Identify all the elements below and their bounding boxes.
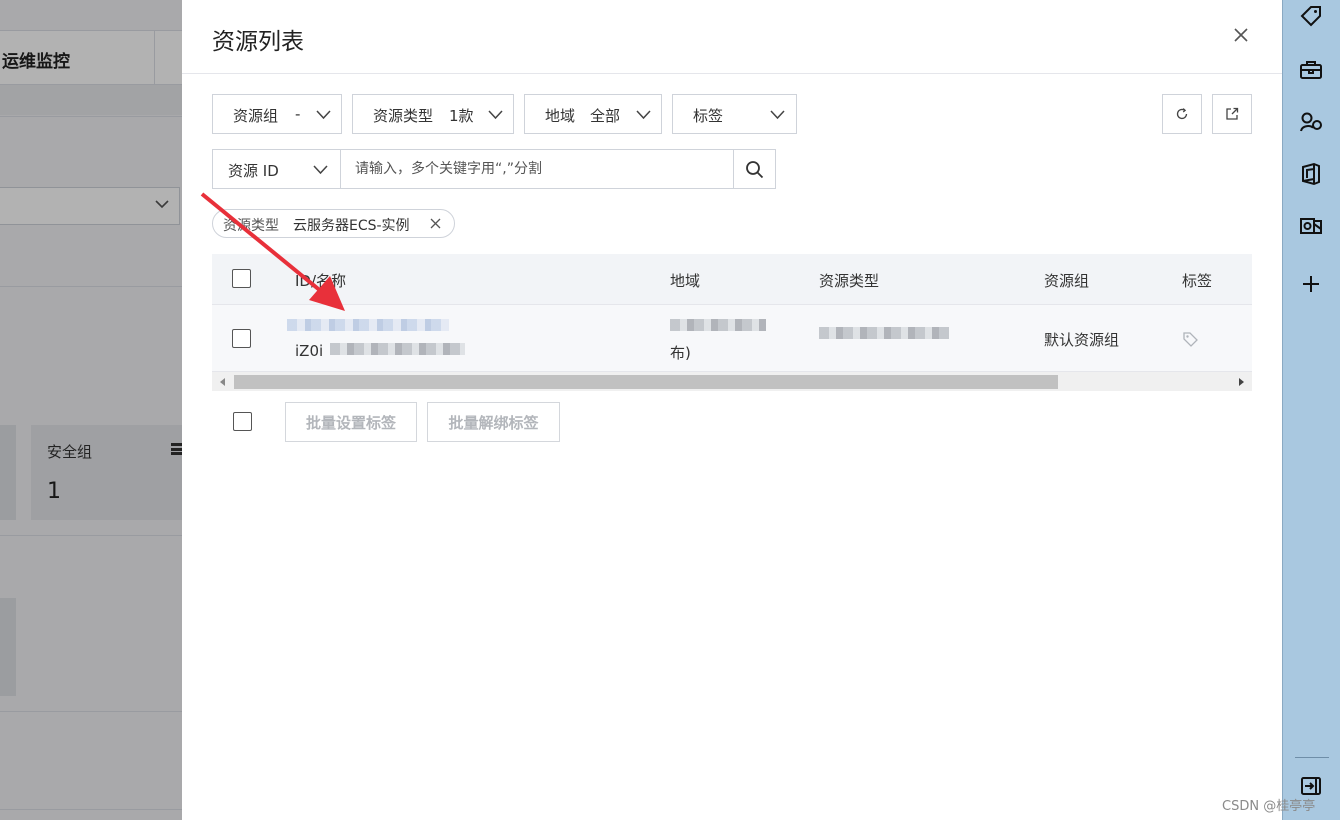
watermark: CSDN @桂亭亭 <box>1222 799 1316 814</box>
refresh-icon <box>1176 108 1188 120</box>
external-link-icon <box>1226 107 1239 120</box>
filter-value: - <box>295 105 301 123</box>
filter-label: 资源类型 <box>373 107 434 125</box>
row-checkbox[interactable] <box>232 329 251 348</box>
resource-group-value: 默认资源组 <box>1044 331 1120 349</box>
instance-name: iZ0i <box>295 342 324 360</box>
chip-value: 云服务器ECS-实例 <box>293 218 410 234</box>
refresh-button[interactable] <box>1162 94 1202 134</box>
active-filter-chip: 资源类型 云服务器ECS-实例 <box>212 209 455 238</box>
toolbox-icon[interactable] <box>1299 58 1323 82</box>
column-resource-type[interactable]: 资源类型 <box>819 270 879 291</box>
filter-label: 资源组 <box>233 107 279 125</box>
column-id-name[interactable]: ID/名称 <box>295 270 346 291</box>
close-icon[interactable] <box>430 218 441 229</box>
header-divider <box>182 73 1282 74</box>
chevron-down-icon <box>636 110 651 120</box>
office-icon[interactable] <box>1299 162 1323 186</box>
filter-value: 1款 <box>449 107 474 125</box>
batch-unbind-tags-button[interactable]: 批量解绑标签 <box>427 402 560 442</box>
search-icon <box>746 161 764 179</box>
sidebar-divider <box>1295 757 1329 758</box>
filter-label: 地域 <box>545 107 576 125</box>
scroll-left-icon[interactable] <box>220 378 225 386</box>
export-button[interactable] <box>1212 94 1252 134</box>
table-row: iZ0i 布) 默认资源组 <box>212 304 1252 371</box>
modal-overlay[interactable] <box>0 0 182 820</box>
add-icon[interactable] <box>1299 272 1323 296</box>
right-sidebar <box>1282 0 1340 820</box>
resource-type-filter[interactable]: 资源类型 1款 <box>352 94 514 134</box>
tag-icon[interactable] <box>1299 4 1323 28</box>
search-button[interactable] <box>733 149 776 189</box>
chevron-down-icon <box>313 165 328 175</box>
resource-list-drawer: 资源列表 资源组 - 资源类型 1款 地域 全部 标签 资源 ID 资源类型 云… <box>182 0 1282 820</box>
search-input[interactable] <box>340 149 734 189</box>
filter-label: 标签 <box>693 107 724 125</box>
redacted-region <box>670 319 766 331</box>
tag-filter[interactable]: 标签 <box>672 94 797 134</box>
redacted-resource-type <box>819 327 949 339</box>
region-value: 布) <box>670 344 691 362</box>
drawer-title: 资源列表 <box>212 29 304 55</box>
scroll-right-icon[interactable] <box>1239 378 1244 386</box>
select-all-checkbox[interactable] <box>232 269 251 288</box>
table-header: ID/名称 地域 资源类型 资源组 标签 <box>212 254 1252 304</box>
chevron-down-icon <box>316 110 331 120</box>
field-label: 资源 ID <box>228 162 279 180</box>
batch-set-tags-button[interactable]: 批量设置标签 <box>285 402 417 442</box>
scrollbar-thumb[interactable] <box>234 375 1058 389</box>
redacted-instance-id[interactable] <box>287 319 449 331</box>
column-tags[interactable]: 标签 <box>1182 270 1212 291</box>
close-icon[interactable] <box>1232 26 1250 44</box>
column-resource-group[interactable]: 资源组 <box>1044 270 1089 291</box>
chevron-down-icon <box>488 110 503 120</box>
column-region[interactable]: 地域 <box>670 270 700 291</box>
resource-group-filter[interactable]: 资源组 - <box>212 94 342 134</box>
resource-id-field-select[interactable]: 资源 ID <box>212 149 340 189</box>
tag-icon[interactable] <box>1182 331 1199 348</box>
filter-value: 全部 <box>590 107 621 125</box>
games-icon[interactable] <box>1299 110 1323 134</box>
outlook-icon[interactable] <box>1299 214 1323 238</box>
batch-select-checkbox[interactable] <box>233 412 252 431</box>
chip-key: 资源类型 <box>223 218 279 234</box>
horizontal-scrollbar[interactable] <box>212 371 1252 391</box>
redacted-instance-name <box>330 343 465 355</box>
region-filter[interactable]: 地域 全部 <box>524 94 662 134</box>
chevron-down-icon <box>770 110 785 120</box>
